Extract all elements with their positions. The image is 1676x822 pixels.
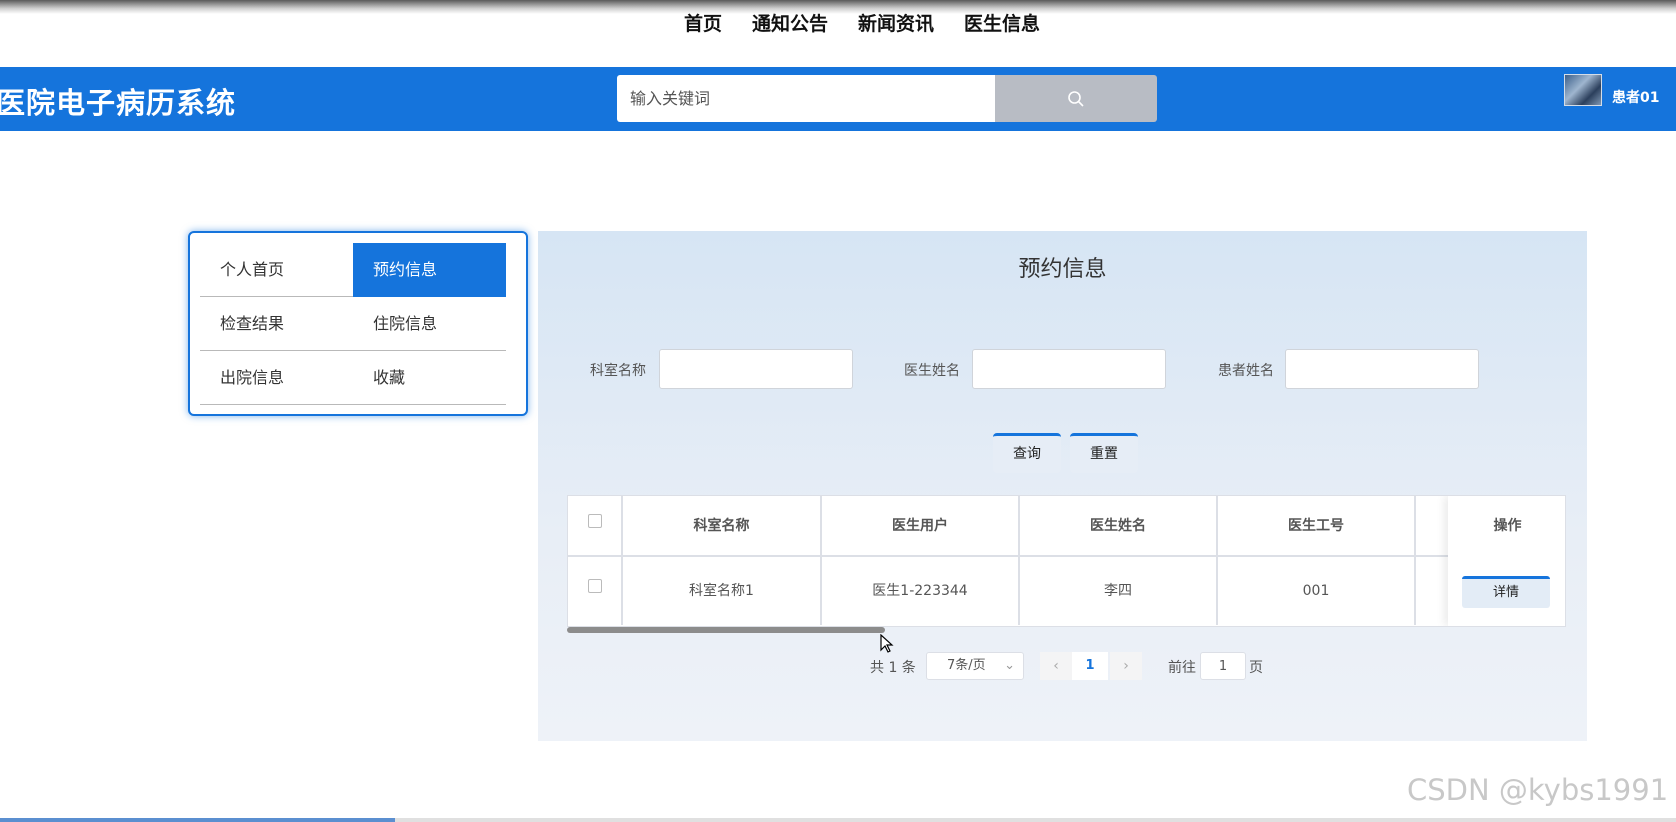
column-header-doctor-id[interactable]: 医生工号	[1218, 496, 1416, 556]
patient-filter-input[interactable]	[1285, 349, 1479, 389]
prev-page-button[interactable]: ‹	[1040, 652, 1072, 680]
menu-item-exam-results[interactable]: 检查结果	[200, 297, 353, 351]
top-navigation: 首页 通知公告 新闻资讯 医生信息	[0, 10, 1676, 50]
side-menu: 个人首页 预约信息 检查结果 住院信息 出院信息 收藏	[188, 231, 528, 416]
bottom-progress-bar	[0, 818, 1676, 822]
nav-notices[interactable]: 通知公告	[752, 10, 828, 50]
total-count: 共 1 条	[870, 660, 916, 676]
nav-home[interactable]: 首页	[684, 10, 722, 50]
avatar[interactable]	[1564, 74, 1602, 106]
appointments-table: 科室名称 医生用户 医生姓名 医生工号 科室名称1 医生1-223344 李四 …	[567, 495, 1566, 627]
fixed-action-column: 操作 详情	[1448, 496, 1565, 626]
chevron-down-icon: ⌄	[1004, 658, 1015, 673]
goto-label: 前往	[1168, 660, 1196, 676]
cell-dept: 科室名称1	[623, 557, 822, 625]
cell-doctor-id: 001	[1218, 557, 1416, 625]
goto-page-input[interactable]	[1200, 652, 1246, 680]
page-suffix: 页	[1249, 660, 1263, 676]
doctor-filter-input[interactable]	[972, 349, 1166, 389]
horizontal-scrollbar[interactable]	[567, 627, 885, 633]
patient-filter-label: 患者姓名	[1218, 363, 1274, 379]
page-size-select[interactable]: 7条/页 ⌄	[926, 652, 1024, 680]
nav-doctors[interactable]: 医生信息	[964, 10, 1040, 50]
row-select-cell	[568, 557, 623, 625]
bottom-progress-fill	[0, 818, 395, 822]
menu-item-discharge[interactable]: 出院信息	[200, 351, 353, 405]
watermark: CSDN @kybs1991	[1407, 773, 1669, 807]
menu-item-appointments[interactable]: 预约信息	[353, 243, 506, 297]
user-name[interactable]: 患者01	[1612, 87, 1659, 107]
menu-item-profile[interactable]: 个人首页	[200, 243, 353, 297]
column-header-action: 操作	[1493, 518, 1522, 534]
page-number-current[interactable]: 1	[1072, 652, 1108, 680]
next-page-button[interactable]: ›	[1110, 652, 1142, 680]
search-input[interactable]	[617, 75, 997, 122]
content-panel: 预约信息 科室名称 医生姓名 患者姓名 查询 重置 科室名称 医生用户 医生姓名…	[538, 231, 1587, 741]
select-all-cell	[568, 496, 623, 556]
cell-doctor-name: 李四	[1020, 557, 1218, 625]
site-title: 医院电子病历系统	[0, 86, 237, 120]
mouse-cursor-icon	[880, 633, 894, 658]
query-button[interactable]: 查询	[993, 433, 1061, 473]
menu-item-favorites[interactable]: 收藏	[353, 351, 506, 405]
detail-button[interactable]: 详情	[1462, 576, 1550, 608]
dept-filter-input[interactable]	[659, 349, 853, 389]
header-bar: 医院电子病历系统 患者01	[0, 67, 1676, 131]
nav-news[interactable]: 新闻资讯	[858, 10, 934, 50]
dept-filter-label: 科室名称	[590, 363, 646, 379]
search-icon	[1068, 90, 1084, 107]
reset-button[interactable]: 重置	[1070, 433, 1138, 473]
menu-item-inpatient[interactable]: 住院信息	[353, 297, 506, 351]
column-header-doctor-user[interactable]: 医生用户	[822, 496, 1020, 556]
column-header-doctor-name[interactable]: 医生姓名	[1020, 496, 1218, 556]
doctor-filter-label: 医生姓名	[904, 363, 960, 379]
select-all-checkbox[interactable]	[588, 514, 602, 528]
page-size-value: 7条/页	[947, 658, 986, 673]
search-button[interactable]	[995, 75, 1157, 122]
column-header-dept[interactable]: 科室名称	[623, 496, 822, 556]
cell-doctor-user: 医生1-223344	[822, 557, 1020, 625]
row-checkbox[interactable]	[588, 579, 602, 593]
page-title: 预约信息	[1018, 257, 1107, 282]
